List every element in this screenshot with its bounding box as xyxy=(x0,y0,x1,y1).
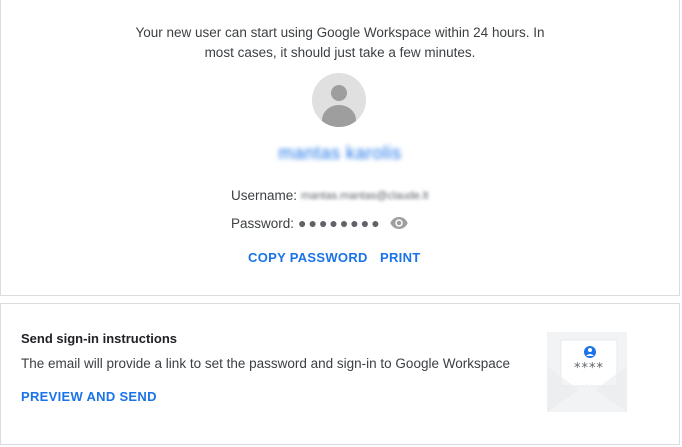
eye-icon[interactable] xyxy=(390,216,408,230)
username-value: mantas.mantas@claude.lt xyxy=(301,189,429,202)
envelope-password-stars: **** xyxy=(574,361,604,376)
signin-card-title: Send sign-in instructions xyxy=(21,331,178,346)
password-row: Password: ●●●●●●●● xyxy=(231,215,408,231)
username-row: Username: mantas.mantas@claude.lt xyxy=(231,188,428,203)
avatar-icon xyxy=(312,73,366,127)
print-button[interactable]: PRINT xyxy=(380,250,421,265)
username-label: Username: xyxy=(231,188,298,203)
preview-and-send-button[interactable]: PREVIEW AND SEND xyxy=(21,389,157,404)
password-label: Password: xyxy=(231,215,295,231)
signin-card-description: The email will provide a link to set the… xyxy=(21,356,510,371)
envelope-icon: **** xyxy=(535,326,639,418)
user-full-name: mantas karolis xyxy=(278,143,402,163)
password-mask: ●●●●●●●● xyxy=(298,215,382,231)
intro-text: Your new user can start using Google Wor… xyxy=(135,25,545,60)
avatar-body xyxy=(322,105,356,127)
copy-password-button[interactable]: COPY PASSWORD xyxy=(248,250,368,265)
avatar-head xyxy=(331,85,347,101)
